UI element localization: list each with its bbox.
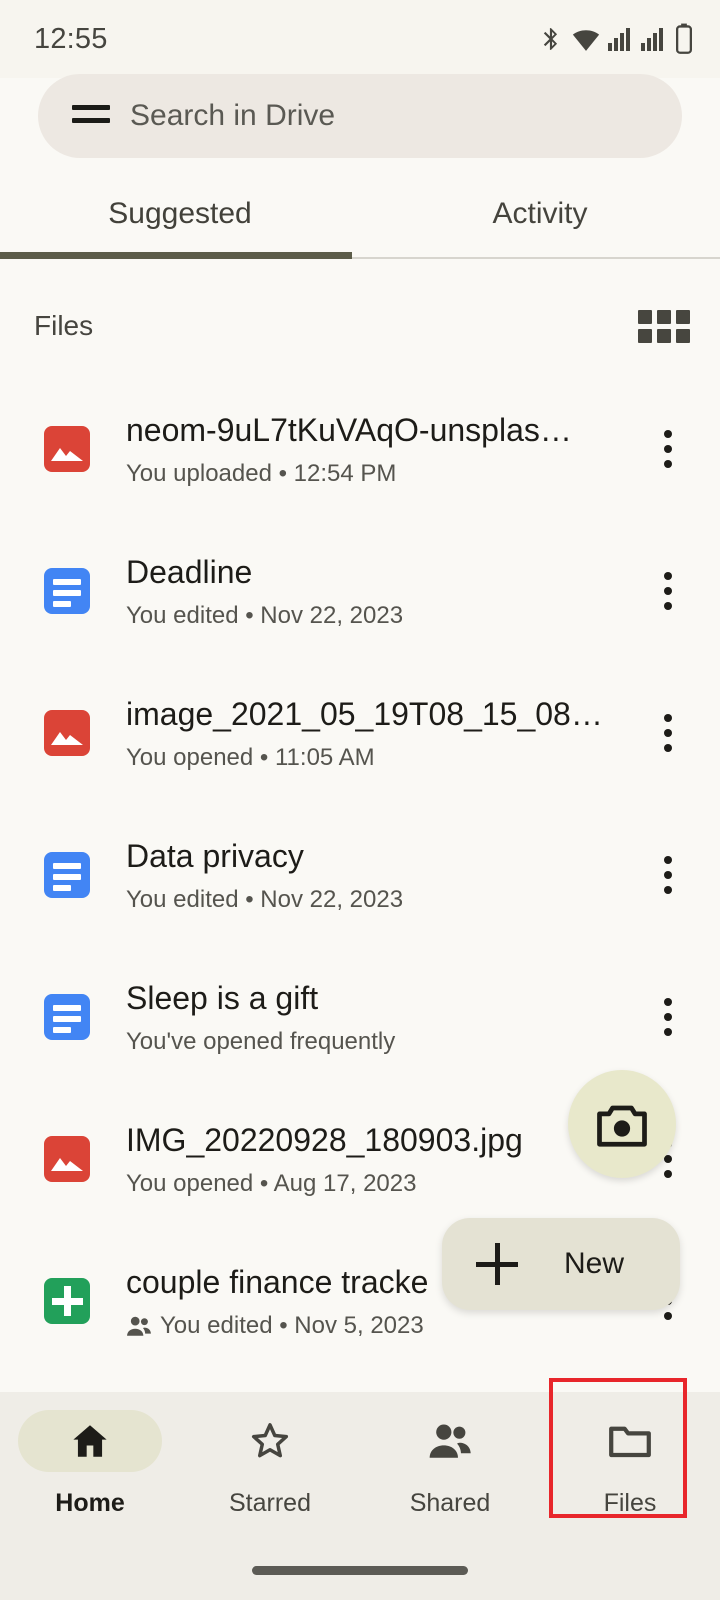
nav-label-home: Home	[55, 1489, 125, 1517]
file-meta: You edited • Nov 5, 2023	[126, 1312, 640, 1340]
google-docs-icon	[44, 852, 90, 898]
tab-suggested[interactable]: Suggested	[0, 168, 360, 260]
google-docs-icon	[44, 568, 90, 614]
list-item[interactable]: image_2021_05_19T08_15_08… You opened • …	[0, 662, 720, 804]
nav-item-shared[interactable]: Shared	[360, 1410, 540, 1542]
people-icon	[429, 1424, 471, 1458]
section-title: Files	[34, 310, 94, 341]
file-name: Sleep is a gift	[126, 980, 319, 1016]
file-meta: You opened • 11:05 AM	[126, 744, 640, 772]
tab-bar: Suggested Activity	[0, 168, 720, 260]
file-meta: You edited • Nov 22, 2023	[126, 602, 640, 630]
file-meta-text: You opened • 11:05 AM	[126, 744, 375, 771]
list-item-text: Data privacy You edited • Nov 22, 2023	[126, 836, 640, 914]
file-name: image_2021_05_19T08_15_08…	[126, 696, 603, 732]
bluetooth-icon	[538, 24, 564, 54]
file-meta-text: You edited • Nov 5, 2023	[160, 1312, 424, 1339]
more-options-icon[interactable]	[640, 839, 696, 911]
shared-people-icon	[126, 1315, 152, 1337]
bottom-navigation-bar: Home Starred Shared Files	[0, 1392, 720, 1600]
image-file-icon	[44, 426, 90, 472]
file-meta-text: You edited • Nov 22, 2023	[126, 886, 404, 913]
list-item-text: IMG_20220928_180903.jpg You opened • Aug…	[126, 1120, 640, 1198]
battery-icon	[674, 23, 694, 55]
more-options-icon[interactable]	[640, 697, 696, 769]
status-bar: 12:55	[0, 0, 720, 78]
wifi-icon	[571, 24, 601, 54]
list-item[interactable]: Deadline You edited • Nov 22, 2023	[0, 520, 720, 662]
list-item-text: image_2021_05_19T08_15_08… You opened • …	[126, 694, 640, 772]
list-item[interactable]: neom-9uL7tKuVAqO-unsplas… You uploaded •…	[0, 378, 720, 520]
list-item-text: Deadline You edited • Nov 22, 2023	[126, 552, 640, 630]
home-indicator	[252, 1566, 468, 1575]
more-options-icon[interactable]	[640, 555, 696, 627]
nav-pill-starred	[198, 1410, 342, 1472]
file-meta: You edited • Nov 22, 2023	[126, 886, 640, 914]
nav-label-starred: Starred	[229, 1489, 311, 1517]
star-icon	[251, 1423, 289, 1458]
list-item-text: neom-9uL7tKuVAqO-unsplas… You uploaded •…	[126, 410, 640, 488]
more-options-icon[interactable]	[640, 981, 696, 1053]
signal-icon	[641, 25, 667, 53]
list-item[interactable]: Data privacy You edited • Nov 22, 2023	[0, 804, 720, 946]
drive-home-screen: 12:55 Search in Drive Suggested Activity…	[0, 0, 720, 1600]
tab-active-indicator	[0, 252, 352, 259]
google-docs-icon	[44, 994, 90, 1040]
new-fab-button[interactable]: New	[442, 1218, 680, 1310]
new-fab-label: New	[564, 1247, 625, 1280]
file-name: IMG_20220928_180903.jpg	[126, 1122, 523, 1158]
file-name: Data privacy	[126, 838, 304, 874]
nav-item-home[interactable]: Home	[0, 1410, 180, 1542]
google-sheets-icon	[44, 1278, 90, 1324]
file-meta: You've opened frequently	[126, 1028, 640, 1056]
tab-activity[interactable]: Activity	[360, 168, 720, 260]
file-meta: You uploaded • 12:54 PM	[126, 460, 640, 488]
files-section-header: Files	[0, 290, 720, 362]
file-meta: You opened • Aug 17, 2023	[126, 1170, 640, 1198]
nav-item-files[interactable]: Files	[540, 1410, 720, 1542]
grid-view-icon[interactable]	[638, 309, 690, 343]
nav-pill-shared	[378, 1410, 522, 1472]
file-meta-text: You edited • Nov 22, 2023	[126, 602, 404, 629]
list-item[interactable]: Sleep is a gift You've opened frequently	[0, 946, 720, 1088]
file-name: Deadline	[126, 554, 253, 590]
file-meta-text: You opened • Aug 17, 2023	[126, 1170, 417, 1197]
bottom-nav-items: Home Starred Shared Files	[0, 1392, 720, 1542]
nav-pill-home	[18, 1410, 162, 1472]
nav-label-shared: Shared	[409, 1489, 491, 1517]
list-item-text: Sleep is a gift You've opened frequently	[126, 978, 640, 1056]
folder-icon	[609, 1426, 651, 1458]
plus-icon	[474, 1241, 520, 1287]
signal-icon	[608, 25, 634, 53]
home-icon	[73, 1425, 107, 1457]
status-icons	[538, 23, 694, 55]
nav-item-starred[interactable]: Starred	[180, 1410, 360, 1542]
nav-label-files: Files	[603, 1489, 657, 1517]
image-file-icon	[44, 1136, 90, 1182]
camera-icon	[597, 1105, 647, 1147]
file-name: neom-9uL7tKuVAqO-unsplas…	[126, 412, 572, 448]
camera-fab-button[interactable]	[568, 1070, 676, 1178]
file-meta-text: You uploaded • 12:54 PM	[126, 460, 397, 487]
search-bar[interactable]: Search in Drive	[38, 74, 682, 158]
image-file-icon	[44, 710, 90, 756]
hamburger-menu-icon[interactable]	[66, 99, 112, 133]
search-input[interactable]: Search in Drive	[130, 99, 335, 133]
nav-pill-files	[558, 1410, 702, 1472]
more-options-icon[interactable]	[640, 413, 696, 485]
status-time: 12:55	[34, 22, 108, 55]
file-meta-text: You've opened frequently	[126, 1028, 396, 1055]
